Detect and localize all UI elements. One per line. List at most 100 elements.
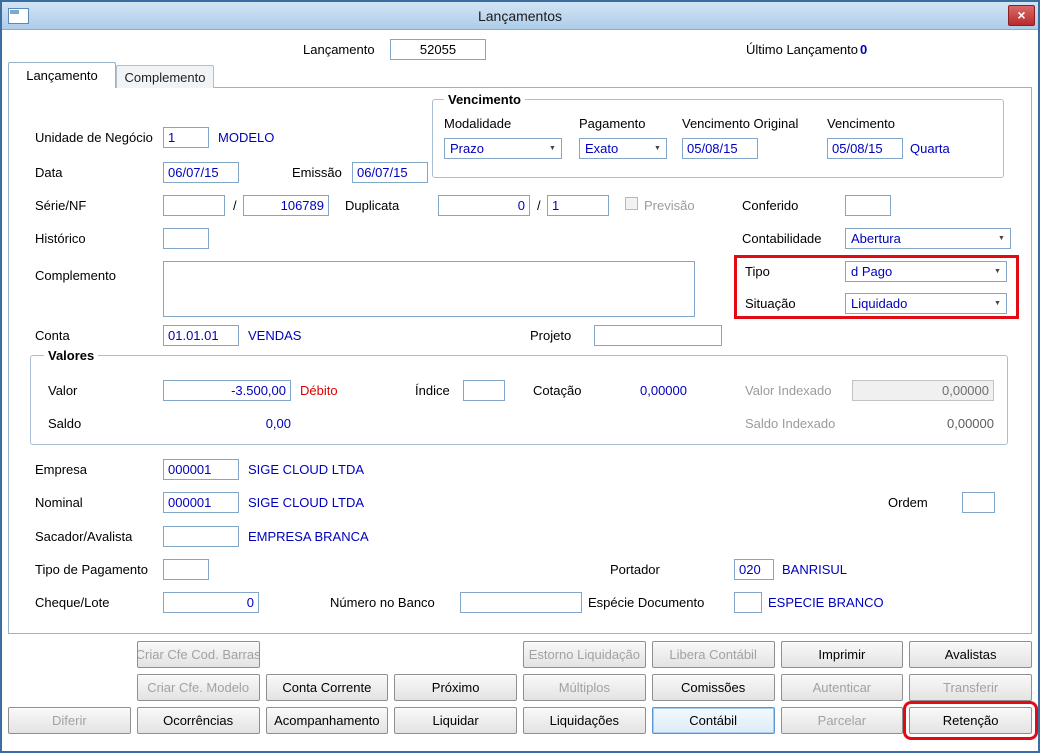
vencimento-input[interactable] — [827, 138, 903, 159]
portador-desc: BANRISUL — [782, 562, 848, 577]
previsao-label: Previsão — [644, 198, 695, 213]
especie-documento-input[interactable] — [734, 592, 762, 613]
button-criar-cfe-modelo: Criar Cfe. Modelo — [136, 674, 260, 701]
button-autenticar: Autenticar — [780, 674, 904, 701]
button-acompanhamento[interactable]: Acompanhamento — [265, 707, 389, 734]
pagamento-label: Pagamento — [579, 116, 646, 131]
chevron-down-icon: ▼ — [549, 145, 556, 152]
situacao-label: Situação — [745, 296, 796, 311]
button-diferir: Diferir — [8, 707, 131, 734]
nominal-label: Nominal — [35, 495, 83, 510]
vencimento-label: Vencimento — [827, 116, 895, 131]
button-liquidacoes[interactable]: Liquidações — [523, 707, 646, 734]
chevron-down-icon: ▼ — [654, 145, 661, 152]
duplicata-input[interactable] — [438, 195, 530, 216]
empresa-desc: SIGE CLOUD LTDA — [248, 462, 365, 477]
ordem-input[interactable] — [962, 492, 995, 513]
projeto-input[interactable] — [594, 325, 722, 346]
tab-lancamento[interactable]: Lançamento — [8, 62, 116, 88]
duplicata2-input[interactable] — [547, 195, 609, 216]
conta-input[interactable] — [163, 325, 239, 346]
unidade-negocio-label: Unidade de Negócio — [35, 130, 153, 145]
window-title: Lançamentos — [477, 8, 563, 24]
valor-label: Valor — [48, 383, 78, 398]
data-input[interactable] — [163, 162, 239, 183]
especie-documento-label: Espécie Documento — [588, 595, 705, 610]
nominal-desc: SIGE CLOUD LTDA — [248, 495, 365, 510]
button-multiplos: Múltiplos — [523, 674, 646, 701]
tab-complemento[interactable]: Complemento — [116, 65, 214, 88]
data-label: Data — [35, 165, 63, 180]
pagamento-select[interactable]: Exato ▼ — [579, 138, 667, 159]
button-imprimir[interactable]: Imprimir — [780, 641, 904, 668]
situacao-select[interactable]: Liquidado ▼ — [845, 293, 1007, 314]
button-avalistas[interactable]: Avalistas — [909, 641, 1032, 668]
contabilidade-select[interactable]: Abertura ▼ — [845, 228, 1011, 249]
tipo-pagamento-label: Tipo de Pagamento — [35, 562, 148, 577]
emissao-input[interactable] — [352, 162, 428, 183]
conta-label: Conta — [35, 328, 70, 343]
ultimo-lancamento-label: Último Lançamento — [746, 42, 858, 57]
tipo-value: d Pago — [851, 264, 893, 279]
conferido-input[interactable] — [845, 195, 891, 216]
previsao-checkbox — [625, 197, 638, 210]
portador-input[interactable] — [734, 559, 774, 580]
indice-input[interactable] — [463, 380, 505, 401]
button-criar-cfe-cod-barras: Criar Cfe Cod. Barras — [136, 641, 260, 668]
button-conta-corrente[interactable]: Conta Corrente — [265, 674, 389, 701]
sacador-avalista-input[interactable] — [163, 526, 239, 547]
cotacao-value: 0,00000 — [640, 383, 687, 398]
historico-input[interactable] — [163, 228, 209, 249]
chevron-down-icon: ▼ — [998, 235, 1005, 242]
tipo-select[interactable]: d Pago ▼ — [845, 261, 1007, 282]
button-libera-contabil: Libera Contábil — [651, 641, 775, 668]
modalidade-value: Prazo — [450, 141, 484, 156]
cheque-lote-input[interactable] — [163, 592, 259, 613]
cotacao-label: Cotação — [533, 383, 582, 398]
button-ocorrencias[interactable]: Ocorrências — [136, 707, 260, 734]
button-estorno-liquidacao: Estorno Liquidação — [523, 641, 646, 668]
conferido-label: Conferido — [742, 198, 799, 213]
saldo-indexado-value: 0,00000 — [947, 416, 994, 431]
conta-desc: VENDAS — [248, 328, 302, 343]
valor-debito-tag: Débito — [300, 383, 338, 398]
valor-indexado-input — [852, 380, 994, 401]
numero-banco-label: Número no Banco — [330, 595, 435, 610]
portador-label: Portador — [610, 562, 660, 577]
contabilidade-value: Abertura — [851, 231, 901, 246]
button-transferir: Transferir — [909, 674, 1032, 701]
button-liquidar[interactable]: Liquidar — [394, 707, 517, 734]
button-comissoes[interactable]: Comissões — [651, 674, 775, 701]
modalidade-select[interactable]: Prazo ▼ — [444, 138, 562, 159]
lancamento-header-label: Lançamento — [303, 42, 375, 57]
chevron-down-icon: ▼ — [994, 268, 1001, 275]
vencimento-original-label: Vencimento Original — [682, 116, 799, 131]
serie-input[interactable] — [163, 195, 225, 216]
button-contabil[interactable]: Contábil — [651, 707, 775, 734]
lancamento-number-input[interactable] — [390, 39, 486, 60]
emissao-label: Emissão — [292, 165, 342, 180]
complemento-textarea[interactable] — [163, 261, 695, 317]
nf-input[interactable] — [243, 195, 329, 216]
unidade-negocio-input[interactable] — [163, 127, 209, 148]
pagamento-value: Exato — [585, 141, 619, 156]
saldo-value: 0,00 — [265, 416, 291, 431]
vencimento-original-input[interactable] — [682, 138, 758, 159]
projeto-label: Projeto — [530, 328, 572, 343]
indice-label: Índice — [415, 383, 450, 398]
tipo-label: Tipo — [745, 264, 770, 279]
empresa-input[interactable] — [163, 459, 239, 480]
chevron-down-icon: ▼ — [994, 300, 1001, 307]
sacador-avalista-label: Sacador/Avalista — [35, 529, 133, 544]
tab-lancamento-label: Lançamento — [26, 68, 98, 83]
valor-input[interactable] — [163, 380, 291, 401]
tipo-pagamento-input[interactable] — [163, 559, 209, 580]
titlebar[interactable]: Lançamentos × — [2, 2, 1038, 30]
saldo-label: Saldo — [48, 416, 82, 431]
button-proximo[interactable]: Próximo — [394, 674, 517, 701]
button-retencao[interactable]: Retenção — [903, 701, 1038, 740]
nominal-input[interactable] — [163, 492, 239, 513]
historico-label: Histórico — [35, 231, 86, 246]
numero-banco-input[interactable] — [460, 592, 582, 613]
close-button[interactable]: × — [1008, 5, 1035, 26]
